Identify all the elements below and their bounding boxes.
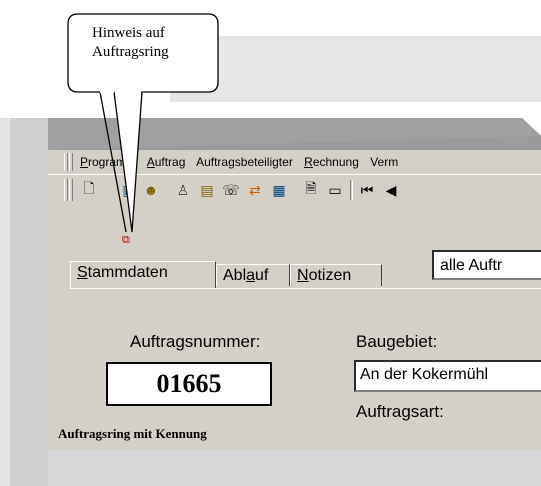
area-field[interactable]: An der Kokermühl [354, 360, 541, 392]
figure-caption: Auftragsring mit Kennung [58, 426, 207, 441]
area-label: Baugebiet: [356, 332, 438, 351]
toolbar-grip-2[interactable] [69, 179, 73, 201]
menu-rechnung[interactable]: Rechnung [304, 155, 359, 169]
filter-select[interactable]: alle Auftr [432, 250, 541, 280]
new-document-icon[interactable]: 🗋 [78, 180, 100, 200]
frame-left-edge [0, 118, 10, 486]
exchange-icon[interactable]: ⇄ [244, 180, 266, 200]
menubar: Programm Auftrag Auftragsbeteiligter Rec… [48, 150, 541, 175]
toolbar-separator [350, 180, 353, 200]
previous-record-icon[interactable]: ◀ [380, 180, 402, 200]
ring-marker-icon: ⧉ [122, 234, 130, 246]
background-strip [170, 36, 541, 102]
first-record-icon[interactable]: ⏮ [356, 180, 378, 200]
callout-text: Hinweis auf Auftragsring [92, 24, 202, 62]
open-book-icon[interactable]: ▣ [118, 180, 140, 200]
tab-stammdaten[interactable]: Stammdaten [70, 261, 216, 288]
card-icon[interactable]: ▤ [196, 180, 218, 200]
order-number-field[interactable]: 01665 [106, 362, 272, 406]
tab-body-border [70, 288, 541, 289]
persons-icon[interactable]: ☻ [140, 180, 162, 200]
menu-auftrag[interactable]: Auftrag [147, 155, 186, 169]
app-screenshot: Programm Auftrag Auftragsbeteiligter Rec… [48, 150, 541, 450]
toolbar: 🗋 ▣ ☻ ♙ ▤ ☏ ⇄ ▦ 🗎 ▭ ⏮ ◀ [48, 176, 541, 204]
menubar-grip-2[interactable] [69, 153, 73, 171]
tab-notizen[interactable]: Notizen [290, 264, 382, 286]
toolbar-grip[interactable] [64, 179, 68, 201]
telephone-icon[interactable]: ☏ [220, 180, 242, 200]
order-type-label: Auftragsart: [356, 402, 444, 421]
menu-programm[interactable]: Programm [80, 155, 136, 169]
document-icon[interactable]: ▭ [324, 180, 346, 200]
person-icon[interactable]: ♙ [172, 180, 194, 200]
menu-auftragsbeteiligter[interactable]: Auftragsbeteiligter [196, 155, 293, 169]
callout-line-2: Auftragsring [92, 44, 169, 60]
menu-verm[interactable]: Verm [370, 155, 398, 169]
order-number-label: Auftragsnummer: [130, 332, 261, 351]
notes-icon[interactable]: ▦ [268, 180, 290, 200]
callout-line-1: Hinweis auf [92, 25, 165, 41]
menu-items: Programm Auftrag Auftragsbeteiligter Rec… [80, 155, 406, 169]
tab-ablauf[interactable]: Ablauf [216, 264, 290, 286]
menubar-grip[interactable] [64, 153, 68, 171]
document-new-icon[interactable]: 🗎 [300, 180, 322, 200]
frame-bottom [48, 450, 541, 486]
